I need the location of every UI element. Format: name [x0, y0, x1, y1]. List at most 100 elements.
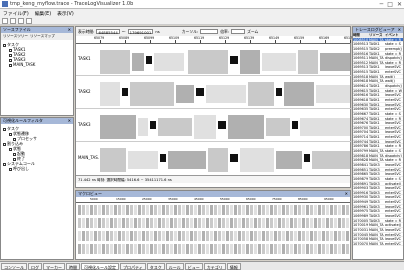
menu-edit[interactable]: 編集(E)	[35, 10, 51, 17]
state-segment[interactable]	[188, 50, 228, 74]
state-segment[interactable]	[196, 88, 204, 96]
tab-3[interactable]: 時間	[66, 262, 80, 270]
state-segment[interactable]	[130, 82, 174, 106]
tab-9[interactable]: カテゴリ	[203, 262, 226, 270]
checkbox-checked-icon[interactable]	[9, 63, 12, 67]
state-segment[interactable]	[122, 88, 128, 96]
close-icon[interactable]: ✕	[398, 27, 401, 33]
state-segment[interactable]	[320, 53, 350, 71]
state-segment[interactable]	[176, 85, 194, 103]
state-segment[interactable]	[316, 85, 350, 103]
state-segment[interactable]	[100, 50, 130, 74]
state-segment[interactable]	[266, 118, 290, 136]
macro-segment	[170, 231, 173, 241]
state-segment[interactable]	[100, 148, 126, 172]
cell-resource: TASK2	[369, 46, 380, 51]
state-segment[interactable]	[300, 118, 350, 136]
tree-item[interactable]: 呼び出し	[3, 166, 71, 171]
tab-5[interactable]: プロパティ	[120, 262, 146, 270]
checkbox-checked-icon[interactable]	[9, 147, 12, 151]
tab-4[interactable]: 可視化ルール設定	[81, 262, 119, 270]
macro-segment	[138, 218, 141, 228]
state-segment[interactable]	[154, 53, 184, 71]
checkbox-checked-icon[interactable]	[9, 132, 12, 136]
maximize-button[interactable]: □	[387, 1, 393, 8]
state-segment[interactable]	[304, 154, 310, 162]
state-segment[interactable]	[100, 115, 136, 139]
state-segment[interactable]	[132, 53, 144, 71]
macro-chart[interactable]	[76, 203, 350, 259]
close-icon[interactable]: ✕	[68, 27, 71, 33]
state-segment[interactable]	[312, 151, 350, 169]
tab-7[interactable]: ルール	[165, 262, 184, 270]
cell-event: leaveSVC	[385, 93, 402, 97]
col-event[interactable]: イベント	[385, 33, 403, 37]
state-segment[interactable]	[240, 50, 260, 74]
open-folder-icon[interactable]	[10, 17, 16, 24]
checkbox-checked-icon[interactable]	[3, 142, 6, 146]
new-file-icon[interactable]	[2, 17, 8, 24]
time-from-field[interactable]: 64885544	[96, 29, 120, 35]
state-segment[interactable]	[284, 82, 314, 106]
state-segment[interactable]	[168, 151, 206, 169]
tab-8[interactable]: ビュー	[184, 262, 203, 270]
state-segment[interactable]	[100, 82, 120, 106]
lane-chart[interactable]	[100, 111, 351, 140]
checkbox-checked-icon[interactable]	[3, 127, 6, 131]
checkbox-checked-icon[interactable]	[9, 167, 12, 171]
state-segment[interactable]	[292, 121, 298, 129]
lane-chart[interactable]	[100, 78, 351, 107]
state-segment[interactable]	[228, 115, 264, 139]
state-segment[interactable]	[208, 148, 228, 172]
save-icon[interactable]	[18, 17, 24, 24]
range-separator: ～	[121, 28, 126, 34]
tab-resource-map[interactable]: リソースマップ	[30, 34, 55, 39]
refresh-icon[interactable]	[26, 17, 32, 24]
cursor-field[interactable]	[200, 29, 219, 34]
checkbox-checked-icon[interactable]	[3, 43, 6, 47]
state-segment[interactable]	[218, 121, 226, 129]
col-time[interactable]: 時間	[353, 33, 369, 37]
menu-file[interactable]: ファイル(F)	[3, 10, 29, 17]
state-segment[interactable]	[276, 88, 282, 96]
tab-resource-tree[interactable]: リソースツリー	[3, 34, 28, 39]
tab-0[interactable]: コンソール	[1, 262, 27, 270]
state-segment[interactable]	[298, 50, 318, 74]
cell-time: 1069903	[353, 186, 369, 190]
checkbox-checked-icon[interactable]	[3, 162, 6, 166]
tree-item[interactable]: MAIN_TASK	[3, 62, 71, 67]
state-segment[interactable]	[194, 115, 216, 139]
state-segment[interactable]	[240, 148, 274, 172]
state-segment[interactable]	[128, 151, 158, 169]
minimize-button[interactable]: ─	[380, 1, 384, 8]
cell-event: leaveSVC	[385, 186, 402, 190]
state-segment[interactable]	[146, 56, 152, 64]
macro-segment	[190, 231, 193, 241]
state-segment[interactable]	[158, 118, 192, 136]
resource-tree-panel: ソースファイル ✕ リソースツリー リソースマップ タスク TASK1 TASK…	[0, 26, 74, 116]
tab-6[interactable]: タスク	[146, 262, 165, 270]
state-segment[interactable]	[248, 82, 274, 106]
scale-field[interactable]	[231, 29, 246, 34]
state-segment[interactable]	[138, 118, 148, 136]
lane-chart[interactable]	[100, 144, 351, 173]
state-segment[interactable]	[160, 154, 166, 162]
state-segment[interactable]	[262, 53, 296, 71]
close-button[interactable]: ✕	[397, 1, 402, 8]
macro-segment	[154, 218, 157, 228]
tab-1[interactable]: ログ	[28, 262, 42, 270]
state-segment[interactable]	[230, 154, 238, 162]
table-row[interactable]: 1070070 MAIN_TA enterSVC	[353, 242, 403, 247]
close-icon[interactable]: ✕	[68, 118, 71, 124]
col-resource[interactable]: リソース	[369, 33, 385, 37]
menu-view[interactable]: 表示(V)	[57, 10, 74, 17]
state-segment[interactable]	[276, 151, 302, 169]
state-segment[interactable]	[150, 121, 156, 129]
state-segment[interactable]	[230, 56, 238, 64]
state-segment[interactable]	[206, 85, 246, 103]
lane-chart[interactable]	[100, 46, 351, 74]
cell-time: 1069616	[353, 93, 369, 97]
tab-2[interactable]: マーカー	[43, 262, 65, 270]
tab-10[interactable]: 情報	[226, 262, 241, 270]
time-to-field[interactable]: 179691001	[127, 29, 154, 35]
